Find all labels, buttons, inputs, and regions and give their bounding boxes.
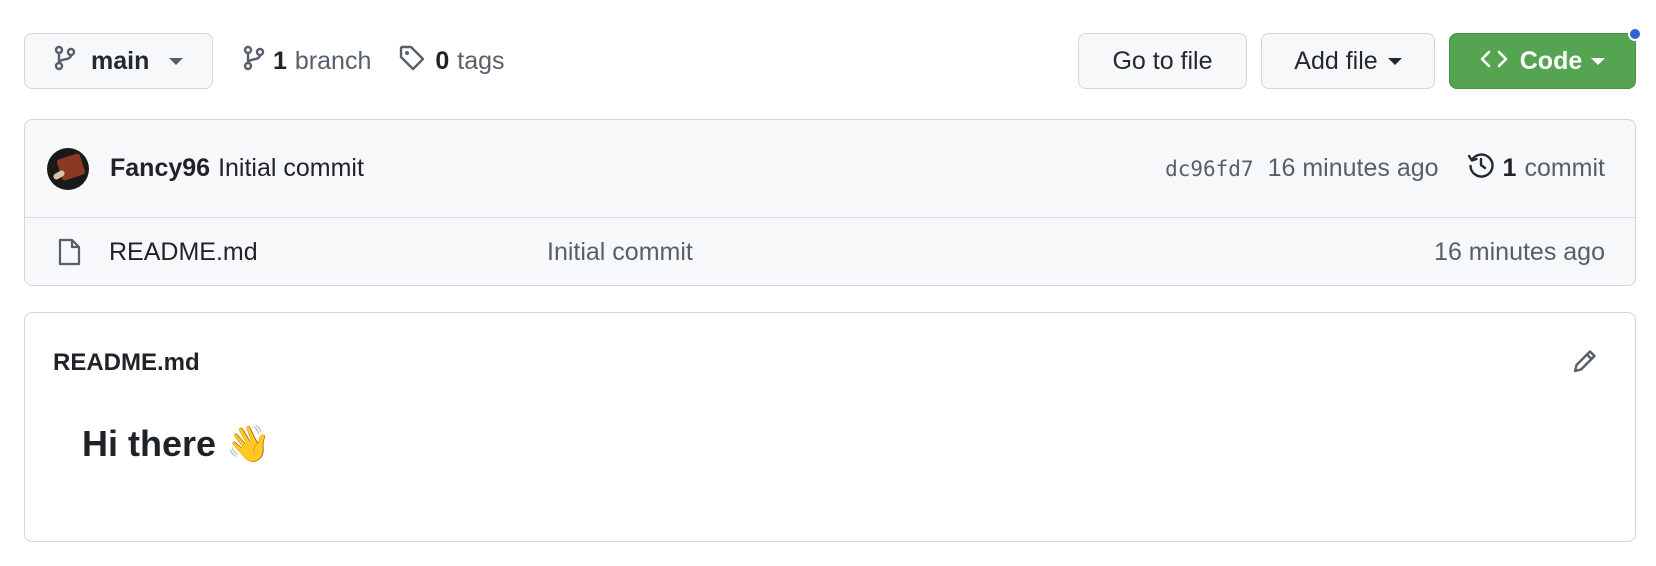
file-commit-message[interactable]: Initial commit	[547, 238, 693, 267]
add-file-label: Add file	[1294, 46, 1378, 75]
code-button[interactable]: Code	[1449, 27, 1642, 89]
repo-toolbar: main 1 branch 0 tags Go to file Add file…	[24, 27, 1642, 89]
tag-count: 0	[435, 46, 450, 75]
code-label: Code	[1519, 46, 1583, 75]
readme-content: Hi there 👋	[25, 423, 1635, 465]
git-branch-icon	[243, 45, 273, 78]
branch-select-button[interactable]: main	[24, 33, 213, 89]
code-icon	[1480, 47, 1520, 76]
git-branch-icon	[54, 45, 76, 78]
avatar[interactable]	[47, 147, 89, 190]
file-row[interactable]: README.md Initial commit 16 minutes ago	[25, 218, 1635, 285]
repo-page: main 1 branch 0 tags Go to file Add file…	[0, 0, 1656, 566]
commit-message[interactable]: Initial commit	[218, 154, 364, 183]
chevron-down-icon	[1387, 57, 1402, 65]
tag-icon	[399, 45, 435, 78]
latest-commit-box: Fancy96 Initial commit dc96fd7 16 minute…	[24, 119, 1636, 286]
commits-history-link[interactable]: 1 commit	[1467, 151, 1605, 186]
chevron-down-icon	[1591, 57, 1606, 65]
branches-link[interactable]: 1 branch	[243, 45, 371, 78]
readme-heading: Hi there 👋	[82, 423, 271, 464]
go-to-file-button[interactable]: Go to file	[1078, 33, 1247, 89]
file-name[interactable]: README.md	[109, 238, 547, 267]
commit-count-label: commit	[1524, 154, 1605, 182]
add-file-button[interactable]: Add file	[1261, 33, 1435, 89]
branch-name: main	[91, 46, 150, 75]
readme-title[interactable]: README.md	[53, 349, 200, 377]
branch-count: 1	[273, 46, 287, 75]
pencil-icon[interactable]	[1571, 347, 1599, 380]
commit-author[interactable]: Fancy96	[110, 154, 210, 183]
file-icon	[55, 238, 83, 266]
latest-commit-header: Fancy96 Initial commit dc96fd7 16 minute…	[25, 120, 1635, 218]
readme-box: README.md Hi there 👋	[24, 312, 1636, 542]
readme-header: README.md	[25, 313, 1635, 413]
chevron-down-icon	[169, 57, 184, 65]
tag-label: tags	[457, 46, 505, 75]
commit-count: 1	[1502, 154, 1517, 182]
commit-sha[interactable]: dc96fd7	[1165, 157, 1254, 181]
tags-link[interactable]: 0 tags	[399, 45, 505, 78]
commit-time: 16 minutes ago	[1267, 154, 1439, 182]
notification-dot	[1628, 27, 1642, 41]
branch-label: branch	[294, 46, 372, 75]
history-icon	[1467, 151, 1503, 186]
file-commit-time: 16 minutes ago	[1434, 237, 1605, 266]
